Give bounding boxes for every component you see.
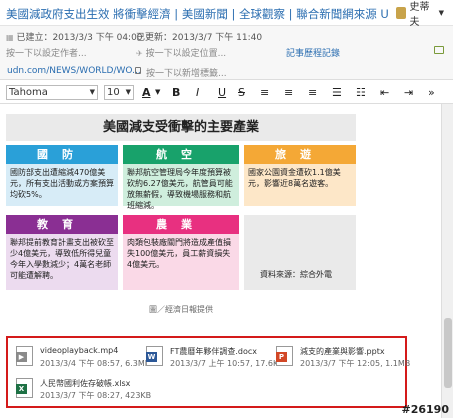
note-title-bar: 美國減政府支出生效 將衝擊經濟 | 美國新聞 | 全球觀察 | 聯合新聞網來源 … (0, 0, 453, 28)
size-value: 10 (107, 87, 120, 98)
chevron-down-icon[interactable]: ▼ (155, 86, 160, 99)
strikethrough-button[interactable]: S (238, 86, 245, 99)
scrollbar-thumb[interactable] (444, 318, 452, 388)
attachment-info: 2013/3/7 下午 08:27, 423KB (40, 391, 152, 400)
font-family-select[interactable]: Tahoma ▼ (6, 85, 98, 100)
box-heading: 農業 (123, 215, 239, 234)
align-right-icon[interactable]: ≡ (308, 86, 317, 99)
infographic-image: 美國減支受衝擊的主要產業 國防 國防部支出遭縮減470億美元，所有支出活動或方案… (6, 114, 356, 300)
note-metadata: ▦ 已建立：2013/3/3 下午 04:00 已更新：2013/3/7 下午 … (0, 26, 453, 62)
source-box: 資料來源：綜合外電 (244, 215, 356, 290)
chevron-down-icon: ▼ (89, 88, 95, 96)
box-body: 肉類包裝廠關門將造成產值損失100億美元，員工薪資損失4億美元。 (127, 238, 231, 269)
calendar-icon: ▦ (6, 33, 14, 42)
indent-icon[interactable]: ⇥ (404, 86, 413, 99)
updated-info: 已更新：2013/3/7 下午 11:40 (136, 30, 262, 43)
box-body: 國防部支出遭縮減470億美元，所有支出活動或方案預算均砍5%。 (10, 168, 114, 199)
industry-box-agriculture: 農業 肉類包裝廠關門將造成產值損失100億美元，員工薪資損失4億美元。 (123, 215, 239, 290)
industry-box-defense: 國防 國防部支出遭縮減470億美元，所有支出活動或方案預算均砍5%。 (6, 145, 118, 206)
attachment-name: videoplayback.mp4 (40, 346, 119, 355)
user-name: 史蒂夫 (409, 2, 430, 28)
note-body[interactable]: 美國減支受衝擊的主要產業 國防 國防部支出遭縮減470億美元，所有支出活動或方案… (0, 104, 453, 418)
vertical-scrollbar[interactable] (441, 104, 453, 418)
created-info: ▦ 已建立：2013/3/3 下午 04:00 (6, 30, 143, 43)
underline-button[interactable]: U (218, 86, 226, 99)
bullet-list-icon[interactable]: ☰ (332, 86, 342, 99)
more-options-icon[interactable]: » (428, 86, 435, 99)
attachment-name: 人民幣國利佐存破帳.xlsx (40, 379, 131, 388)
align-left-icon[interactable]: ≡ (260, 86, 269, 99)
font-value: Tahoma (9, 87, 48, 98)
tag-input[interactable]: 按一下以新增標籤... (146, 66, 227, 79)
infographic-title: 美國減支受衝擊的主要產業 (6, 114, 356, 141)
watermark: #26190 (401, 403, 450, 416)
updated-value: 2013/3/7 下午 11:40 (172, 33, 263, 43)
box-body: 聯邦提前教育計畫支出被砍至少4億美元，導致低所得兒童今年入學數減少；4萬名老師可… (10, 238, 114, 280)
attachment-info: 2013/3/7 上午 10:57, 17.6KB (170, 359, 284, 368)
outdent-icon[interactable]: ⇤ (380, 86, 389, 99)
source-url-link[interactable]: udn.com/NEWS/WORLD/WO... (7, 66, 141, 76)
chevron-down-icon: ▼ (125, 88, 131, 96)
font-size-select[interactable]: 10 ▼ (104, 85, 134, 100)
industry-box-aviation: 航空 聯邦航空管理局今年度預算被砍約6.27億美元，航管員可能放無薪假，導致機場… (123, 145, 239, 210)
created-value[interactable]: 2013/3/3 下午 04:00 (52, 33, 142, 43)
video-file-icon: ▶ (16, 346, 33, 366)
pin-icon: ✈ (136, 49, 143, 58)
italic-button[interactable]: I (196, 86, 199, 99)
excel-file-icon: X (16, 378, 33, 398)
align-center-icon[interactable]: ≡ (284, 86, 293, 99)
user-menu-button[interactable]: 史蒂夫 ▼ (396, 2, 444, 28)
note-title[interactable]: 美國減政府支出生效 將衝擊經濟 | 美國新聞 | 全球觀察 | 聯合新聞網來源 … (6, 6, 388, 22)
share-icon[interactable] (434, 46, 444, 54)
created-label: 已建立： (16, 33, 53, 43)
box-body: 聯邦航空管理局今年度預算被砍約6.27億美元，航管員可能放無薪假，導致機場服務和… (127, 168, 233, 210)
industry-box-tourism: 旅遊 國家公園資金遭砍1.1億美元，影響近8萬名遊客。 (244, 145, 356, 206)
updated-label: 已更新： (136, 33, 173, 43)
attachment-info: 2013/3/7 下午 12:05, 1.1MB (300, 359, 411, 368)
note-history-link[interactable]: 記事歷程記錄 (286, 46, 340, 59)
source-url-row: udn.com/NEWS/WORLD/WO... 按一下以新增標籤... (0, 62, 453, 80)
tag-icon (135, 67, 141, 74)
image-caption: 圖／經濟日報提供 (149, 305, 213, 314)
location-field[interactable]: ✈ 按一下以設定位置... (136, 46, 226, 59)
bold-button[interactable]: B (172, 86, 180, 99)
attachment-name: FT農曆年夥伴調查.docx (170, 347, 257, 356)
box-body: 國家公園資金遭砍1.1億美元，影響近8萬名遊客。 (248, 168, 341, 188)
attachment-name: 減支的產業與影響.pptx (300, 347, 385, 356)
industry-box-education: 教育 聯邦提前教育計畫支出被砍至少4億美元，導致低所得兒童今年入學數減少；4萬名… (6, 215, 118, 290)
attachment-item[interactable]: X 人民幣國利佐存破帳.xlsx 2013/3/7 下午 08:27, 423K… (16, 378, 151, 400)
word-file-icon: W (146, 346, 163, 366)
numbered-list-icon[interactable]: ☷ (356, 86, 366, 99)
box-heading: 航空 (123, 145, 239, 164)
attachment-info: 2013/3/4 下午 08:57, 6.3MB (40, 359, 151, 368)
box-heading: 國防 (6, 145, 118, 164)
box-heading: 旅遊 (244, 145, 356, 164)
attachments-panel: ▶ videoplayback.mp4 2013/3/4 下午 08:57, 6… (6, 336, 410, 408)
powerpoint-file-icon: P (276, 346, 293, 366)
text-color-button[interactable]: A (142, 86, 151, 99)
source-note: 資料來源：綜合外電 (260, 270, 332, 279)
box-heading: 教育 (6, 215, 118, 234)
format-toolbar: Tahoma ▼ 10 ▼ A ▼ B I U S ≡ ≡ ≡ ☰ ☷ ⇤ ⇥ » (0, 82, 453, 104)
author-field[interactable]: 按一下以設定作者... (6, 46, 87, 59)
attachment-item[interactable]: ▶ videoplayback.mp4 2013/3/4 下午 08:57, 6… (16, 346, 150, 368)
chevron-down-icon: ▼ (438, 9, 444, 17)
avatar-icon (396, 7, 407, 19)
attachment-item[interactable]: W FT農曆年夥伴調查.docx 2013/3/7 上午 10:57, 17.6… (146, 346, 284, 368)
attachment-item[interactable]: P 減支的產業與影響.pptx 2013/3/7 下午 12:05, 1.1MB (276, 346, 410, 368)
